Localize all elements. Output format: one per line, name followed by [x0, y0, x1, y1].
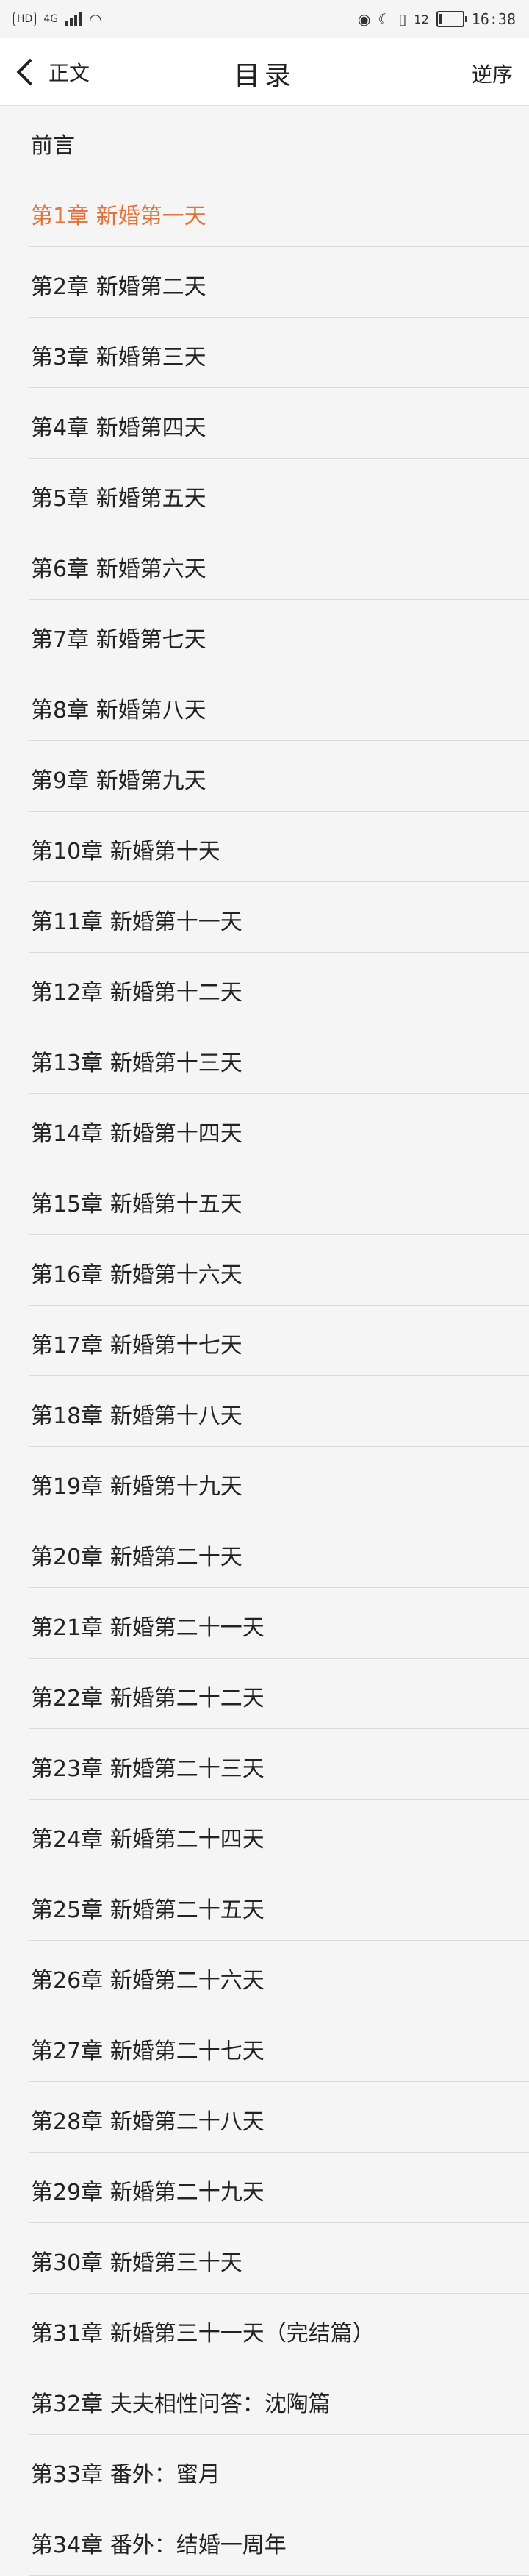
- toc-item-label: 第25章 新婚第二十五天: [31, 1897, 264, 1923]
- toc-item[interactable]: 第34章 番外：结婚一周年: [0, 2505, 529, 2576]
- toc-item[interactable]: 第13章 新婚第十三天: [0, 1023, 529, 1094]
- network-type: 4G: [43, 13, 59, 25]
- toc-item[interactable]: 前言: [0, 106, 529, 176]
- battery-icon: [436, 11, 467, 27]
- toc-item-label: 第15章 新婚第十五天: [31, 1192, 242, 1217]
- toc-item-label: 第10章 新婚第十天: [31, 839, 220, 865]
- toc-item[interactable]: 第2章 新婚第二天: [0, 247, 529, 318]
- toc-item[interactable]: 第24章 新婚第二十四天: [0, 1800, 529, 1870]
- toc-item[interactable]: 第18章 新婚第十八天: [0, 1376, 529, 1447]
- toc-item[interactable]: 第16章 新婚第十六天: [0, 1235, 529, 1306]
- status-right: ◉ ☾ ▯ 12 16:38: [358, 10, 516, 28]
- toc-item[interactable]: 第29章 新婚第二十九天: [0, 2153, 529, 2223]
- toc-item-label: 第20章 新婚第二十天: [31, 1545, 242, 1570]
- toc-item-label: 第27章 新婚第二十七天: [31, 2039, 264, 2064]
- toc-item-label: 第17章 新婚第十七天: [31, 1333, 242, 1359]
- toc-item-label: 第9章 新婚第九天: [31, 768, 206, 794]
- vibrate-icon: ▯: [398, 10, 407, 28]
- toc-item[interactable]: 第3章 新婚第三天: [0, 318, 529, 388]
- toc-item-label: 第3章 新婚第三天: [31, 345, 206, 371]
- toc-item-label: 第21章 新婚第二十一天: [31, 1615, 264, 1641]
- page-title: 目录: [233, 61, 295, 91]
- toc-item-label: 第13章 新婚第十三天: [31, 1051, 242, 1076]
- reverse-order-button[interactable]: 逆序: [472, 59, 513, 88]
- app-header: 正文 目录 逆序: [0, 38, 529, 106]
- toc-item[interactable]: 第9章 新婚第九天: [0, 741, 529, 812]
- toc-item[interactable]: 第5章 新婚第五天: [0, 459, 529, 529]
- toc-list: 前言第1章 新婚第一天 第2章 新婚第二天 第3章 新婚第三天 第4章 新婚第四天 第5…: [0, 106, 529, 2576]
- toc-item[interactable]: 第33章 番外：蜜月: [0, 2435, 529, 2505]
- toc-item-label: 第24章 新婚第二十四天: [31, 1827, 264, 1853]
- toc-item[interactable]: 第27章 新婚第二十七天: [0, 2011, 529, 2082]
- toc-item[interactable]: 第20章 新婚第二十天: [0, 1517, 529, 1588]
- toc-item[interactable]: 第28章 新婚第二十八天: [0, 2082, 529, 2153]
- toc-item[interactable]: 第4章 新婚第四天: [0, 388, 529, 459]
- toc-item-label: 第8章 新婚第八天: [31, 698, 206, 723]
- toc-item-label: 第23章 新婚第二十三天: [31, 1756, 264, 1782]
- eye-icon: ◉: [358, 10, 371, 28]
- battery-text: 12: [414, 12, 429, 26]
- toc-item[interactable]: 第11章 新婚第十一天: [0, 882, 529, 953]
- clock: 16:38: [471, 10, 516, 28]
- toc-item-label: 第16章 新婚第十六天: [31, 1262, 242, 1288]
- signal-icon: [65, 12, 82, 26]
- toc-item-label: 第18章 新婚第十八天: [31, 1403, 242, 1429]
- toc-item[interactable]: 第26章 新婚第二十六天: [0, 1941, 529, 2011]
- toc-item-current[interactable]: 第1章 新婚第一天: [0, 176, 529, 247]
- toc-item[interactable]: 第15章 新婚第十五天: [0, 1164, 529, 1235]
- toc-item-label: 第6章 新婚第六天: [31, 557, 206, 582]
- moon-icon: ☾: [378, 10, 392, 28]
- toc-item-label: 第28章 新婚第二十八天: [31, 2109, 264, 2135]
- toc-item-label: 第32章 夫夫相性问答：沈陶篇: [31, 2391, 331, 2417]
- toc-item-label: 第30章 新婚第三十天: [31, 2250, 242, 2276]
- toc-item-label: 第2章 新婚第二天: [31, 274, 206, 300]
- toc-item-label: 第22章 新婚第二十二天: [31, 1686, 264, 1711]
- toc-item[interactable]: 第8章 新婚第八天: [0, 670, 529, 741]
- toc-item-label: 第14章 新婚第十四天: [31, 1121, 242, 1147]
- toc-item-label: 第11章 新婚第十一天: [31, 909, 242, 935]
- toc-item-label: 第29章 新婚第二十九天: [31, 2180, 264, 2205]
- toc-item[interactable]: 第25章 新婚第二十五天: [0, 1870, 529, 1941]
- toc-item[interactable]: 第19章 新婚第十九天: [0, 1447, 529, 1517]
- toc-item[interactable]: 第21章 新婚第二十一天: [0, 1588, 529, 1659]
- hd-icon: HD: [13, 12, 37, 26]
- status-bar: HD 4G ◠ ◉ ☾ ▯ 12 16:38: [0, 0, 529, 38]
- toc-item[interactable]: 第17章 新婚第十七天: [0, 1306, 529, 1376]
- toc-item-label: 第34章 番外：结婚一周年: [31, 2533, 287, 2558]
- toc-item[interactable]: 第23章 新婚第二十三天: [0, 1729, 529, 1800]
- toc-item-label: 第12章 新婚第十二天: [31, 980, 242, 1006]
- toc-item-label: 第26章 新婚第二十六天: [31, 1968, 264, 1994]
- toc-item-label: 第5章 新婚第五天: [31, 486, 206, 512]
- toc-item[interactable]: 第30章 新婚第三十天: [0, 2223, 529, 2294]
- toc-item[interactable]: 第22章 新婚第二十二天: [0, 1659, 529, 1729]
- status-left: HD 4G ◠: [13, 10, 102, 28]
- toc-item-label: 第1章 新婚第一天: [31, 204, 206, 229]
- toc-item-label: 第19章 新婚第十九天: [31, 1474, 242, 1500]
- toc-item-label: 前言: [31, 133, 75, 159]
- toc-item[interactable]: 第14章 新婚第十四天: [0, 1094, 529, 1164]
- toc-item[interactable]: 第32章 夫夫相性问答：沈陶篇: [0, 2364, 529, 2435]
- toc-item-label: 第31章 新婚第三十一天（完结篇）: [31, 2321, 375, 2347]
- toc-item-label: 第4章 新婚第四天: [31, 415, 206, 441]
- toc-item[interactable]: 第6章 新婚第六天: [0, 529, 529, 600]
- wifi-icon: ◠: [89, 10, 102, 28]
- toc-item-label: 第33章 番外：蜜月: [31, 2462, 220, 2488]
- toc-item[interactable]: 第7章 新婚第七天: [0, 600, 529, 670]
- toc-item[interactable]: 第10章 新婚第十天: [0, 812, 529, 882]
- toc-item[interactable]: 第12章 新婚第十二天: [0, 953, 529, 1023]
- toc-item-label: 第7章 新婚第七天: [31, 627, 206, 653]
- toc-item[interactable]: 第31章 新婚第三十一天（完结篇）: [0, 2294, 529, 2364]
